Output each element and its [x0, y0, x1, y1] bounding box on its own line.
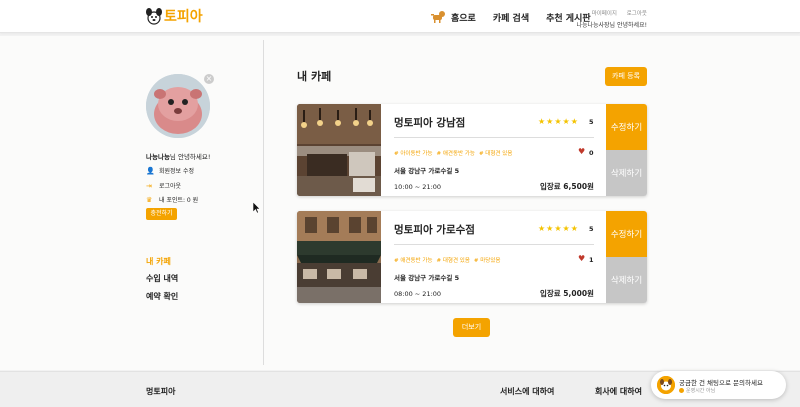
cafe-card: 멍토피아 강남점 ★★★★★ 5 # 아이동반 가능 # 애견동반 가능 # 대형견… — [297, 104, 647, 196]
cafe-fee: 입장료 5,000원 — [540, 289, 594, 298]
avatar — [146, 74, 210, 138]
cafe-tag: # 애견동반 가능 — [436, 151, 475, 157]
cafe-address: 서울 강남구 가로수길 5 — [394, 167, 460, 175]
username: 나능나능 — [146, 153, 170, 161]
cafe-name: 멍토피아 가로수점 — [394, 224, 475, 236]
more-button[interactable]: 더보기 — [453, 318, 490, 337]
header-greeting: 나능나능사장님 안녕하세요! — [576, 22, 647, 29]
user-icon: 👤 — [146, 166, 155, 175]
status-dot-icon — [679, 388, 684, 393]
footer-company-link[interactable]: 회사에 대하여 — [595, 386, 642, 397]
delete-cafe-button[interactable]: 삭제하기 — [606, 257, 647, 303]
cafe-address: 서울 강남구 가로수길 5 — [394, 274, 460, 282]
logo-text: 토피아 — [164, 9, 203, 25]
cafe-tag: # 애견동반 가능 — [394, 258, 433, 264]
rating-value: 5 — [589, 118, 594, 126]
sidebar-greeting: 나능나능님 안녕하세요! — [146, 151, 210, 161]
logout-icon: ⇥ — [146, 181, 152, 190]
chat-status-label: 운영시간 아님 — [686, 388, 716, 394]
point-label: 내 포인트: 0 원 — [159, 197, 199, 204]
charge-button[interactable]: 충전하기 — [146, 208, 177, 220]
util-links: 마이페이지 로그아웃 — [584, 9, 647, 17]
cafe-fee: 입장료 6,500원 — [540, 182, 594, 191]
rating-value: 5 — [589, 225, 594, 233]
register-cafe-button[interactable]: 카페 등록 — [605, 67, 647, 86]
footer-service-link[interactable]: 서비스에 대하여 — [500, 386, 554, 397]
footer-brand: 멍토피아 — [146, 387, 176, 396]
star-rating-icon: ★★★★★ — [538, 224, 579, 233]
chat-dog-icon — [657, 376, 675, 394]
mypage-link[interactable]: 마이페이지 — [592, 11, 617, 17]
nav-cafe-search[interactable]: 카페 검색 — [493, 11, 529, 24]
cafe-photo — [297, 211, 381, 303]
header: 토피아 홈으로 카페 검색 추천 게시판 마이페이지 로그아웃 나능나능사장님 … — [0, 0, 800, 33]
chat-question: 궁금한 건 채팅으로 문의하세요 — [679, 379, 763, 387]
cafe-tag: # 대형견 있음 — [478, 151, 513, 157]
chat-widget[interactable]: 궁금한 건 채팅으로 문의하세요 운영시간 아님 — [651, 371, 786, 399]
close-icon[interactable]: × — [204, 74, 214, 84]
logout-side-link[interactable]: ⇥ 로그아웃 — [146, 181, 182, 191]
edit-profile-link[interactable]: 👤 회원정보 수정 — [146, 166, 195, 176]
like-count: 1 — [589, 256, 594, 264]
cafe-tags: # 애견동반 가능 # 대형견 있음 # 마당있음 — [394, 256, 504, 264]
avatar-image — [146, 74, 210, 138]
cafe-photo — [297, 104, 381, 196]
like-count: 0 — [589, 149, 594, 157]
sidebar-item-my-cafe[interactable]: 내 카페 — [146, 256, 171, 267]
cafe-hours: 08:00 ~ 21:00 — [394, 290, 442, 298]
point-info: ♛ 내 포인트: 0 원 — [146, 195, 199, 205]
main-area — [0, 36, 800, 370]
cafe-tag: # 대형견 있음 — [436, 258, 470, 264]
cafe-card: 멍토피아 가로수점 ★★★★★ 5 # 애견동반 가능 # 대형견 있음 # 마당있… — [297, 211, 647, 303]
mouse-cursor-icon — [253, 202, 261, 214]
logo[interactable]: 토피아 — [145, 6, 203, 26]
star-rating-icon: ★★★★★ — [538, 117, 579, 126]
edit-profile-label: 회원정보 수정 — [159, 168, 195, 175]
chat-status: 운영시간 아님 — [679, 387, 715, 394]
cafe-name: 멍토피아 강남점 — [394, 117, 466, 129]
greeting-suffix: 님 안녕하세요! — [169, 153, 211, 161]
delete-cafe-button[interactable]: 삭제하기 — [606, 150, 647, 196]
card-divider — [394, 137, 594, 138]
dog-icon — [431, 11, 445, 23]
crown-icon: ♛ — [146, 195, 153, 204]
nav-home[interactable]: 홈으로 — [451, 11, 476, 24]
sidebar-item-reservation[interactable]: 예약 확인 — [146, 291, 178, 302]
edit-cafe-button[interactable]: 수정하기 — [606, 104, 647, 150]
cafe-tag: # 마당있음 — [473, 258, 501, 264]
dog-logo-icon — [146, 8, 162, 25]
cafe-tags: # 아이동반 가능 # 애견동반 가능 # 대형견 있음 — [394, 149, 516, 157]
sidebar-divider — [263, 40, 264, 365]
page-title: 내 카페 — [297, 70, 332, 83]
edit-cafe-button[interactable]: 수정하기 — [606, 211, 647, 257]
logout-link[interactable]: 로그아웃 — [627, 11, 647, 17]
cafe-hours: 10:00 ~ 21:00 — [394, 183, 442, 191]
logout-side-label: 로그아웃 — [159, 183, 182, 190]
card-divider — [394, 244, 594, 245]
heart-icon[interactable]: ♥ — [578, 254, 585, 263]
sidebar-item-income[interactable]: 수입 내역 — [146, 273, 178, 284]
heart-icon[interactable]: ♥ — [578, 147, 585, 156]
cafe-tag: # 아이동반 가능 — [394, 151, 433, 157]
